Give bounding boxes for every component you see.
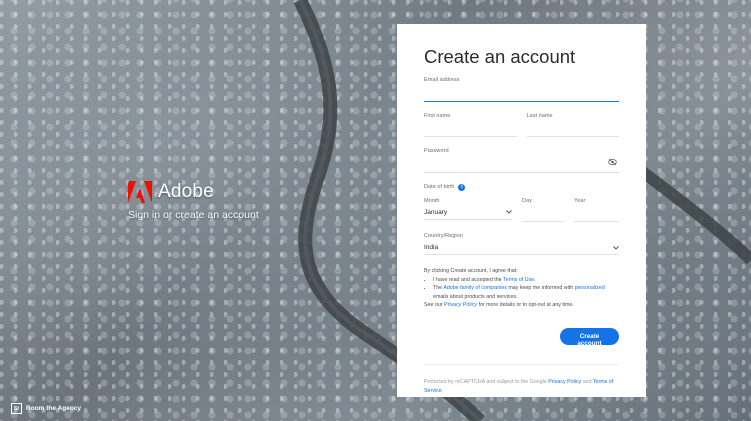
chevron-down-icon [506,210,512,214]
divider [424,363,619,365]
month-label: Month [424,197,440,204]
terms-text-segment: emails about products and services. [433,293,518,300]
terms-intro: By clicking Create account, I agree that… [424,268,518,274]
signup-card: Create an account Email address First na… [397,24,646,397]
recaptcha-text-segment: . [441,387,444,394]
brand-name: Adobe [158,181,214,202]
country-label: Country/Region [424,233,463,239]
info-icon[interactable]: i [458,183,466,191]
photo-credit-text: Room the Agency [26,405,82,412]
privacy-policy-link[interactable]: Privacy Policy [444,302,477,308]
email-label: Email address [424,77,460,83]
terms-text-segment: I have read and accepted the [433,276,503,283]
first-name-label: First name [424,112,451,119]
photo-credit: St Room the Agency [11,403,81,414]
page-title: Create an account [424,46,576,67]
terms-text-segment: See our [424,302,445,309]
day-field[interactable] [522,209,564,222]
brand-block: Adobe Sign in or create an account [128,181,259,221]
terms-text-segment: The [433,285,444,292]
terms-text: By clicking Create account, I agree that… [424,267,619,310]
recaptcha-notice: Protected by reCAPTCHA and subject to th… [424,378,619,395]
country-select[interactable]: India [424,241,619,255]
recaptcha-text-segment: and [581,378,593,385]
first-name-field[interactable] [424,124,517,137]
year-field[interactable] [574,209,619,222]
adobe-family-link[interactable]: Adobe family of companies [443,285,507,291]
google-privacy-link[interactable]: Privacy Policy [548,379,581,385]
month-value: January [424,208,448,216]
recaptcha-text-segment: Protected by reCAPTCHA and subject to th… [424,378,549,385]
chevron-down-icon [613,245,619,250]
adobe-logo-icon [128,181,152,203]
last-name-field[interactable] [526,124,619,137]
terms-item: The Adobe family of companies may keep m… [433,284,619,301]
country-value: India [424,244,439,251]
password-field[interactable] [424,159,619,173]
terms-of-use-link[interactable]: Terms of Use [503,277,534,283]
create-account-button[interactable]: Create account [560,327,619,347]
terms-text-segment: for more details or to opt-out at any ti… [477,302,574,309]
stock-icon: St [11,403,22,414]
last-name-label: Last name [526,112,553,119]
personalized-link[interactable]: personalized [575,285,605,291]
privacy-line: See our Privacy Policy for more details … [424,301,619,310]
terms-text-segment: may keep me informed with [506,285,575,292]
terms-item: I have read and accepted the Terms of Us… [433,276,619,285]
year-label: Year [574,197,586,204]
dob-label: Date of birth [424,184,455,190]
email-field[interactable] [424,88,619,102]
eye-slash-icon[interactable] [608,158,617,166]
terms-text-segment: . [534,276,536,283]
brand-tagline: Sign in or create an account [128,209,259,221]
month-select[interactable]: January [424,206,512,220]
day-label: Day [522,197,532,204]
